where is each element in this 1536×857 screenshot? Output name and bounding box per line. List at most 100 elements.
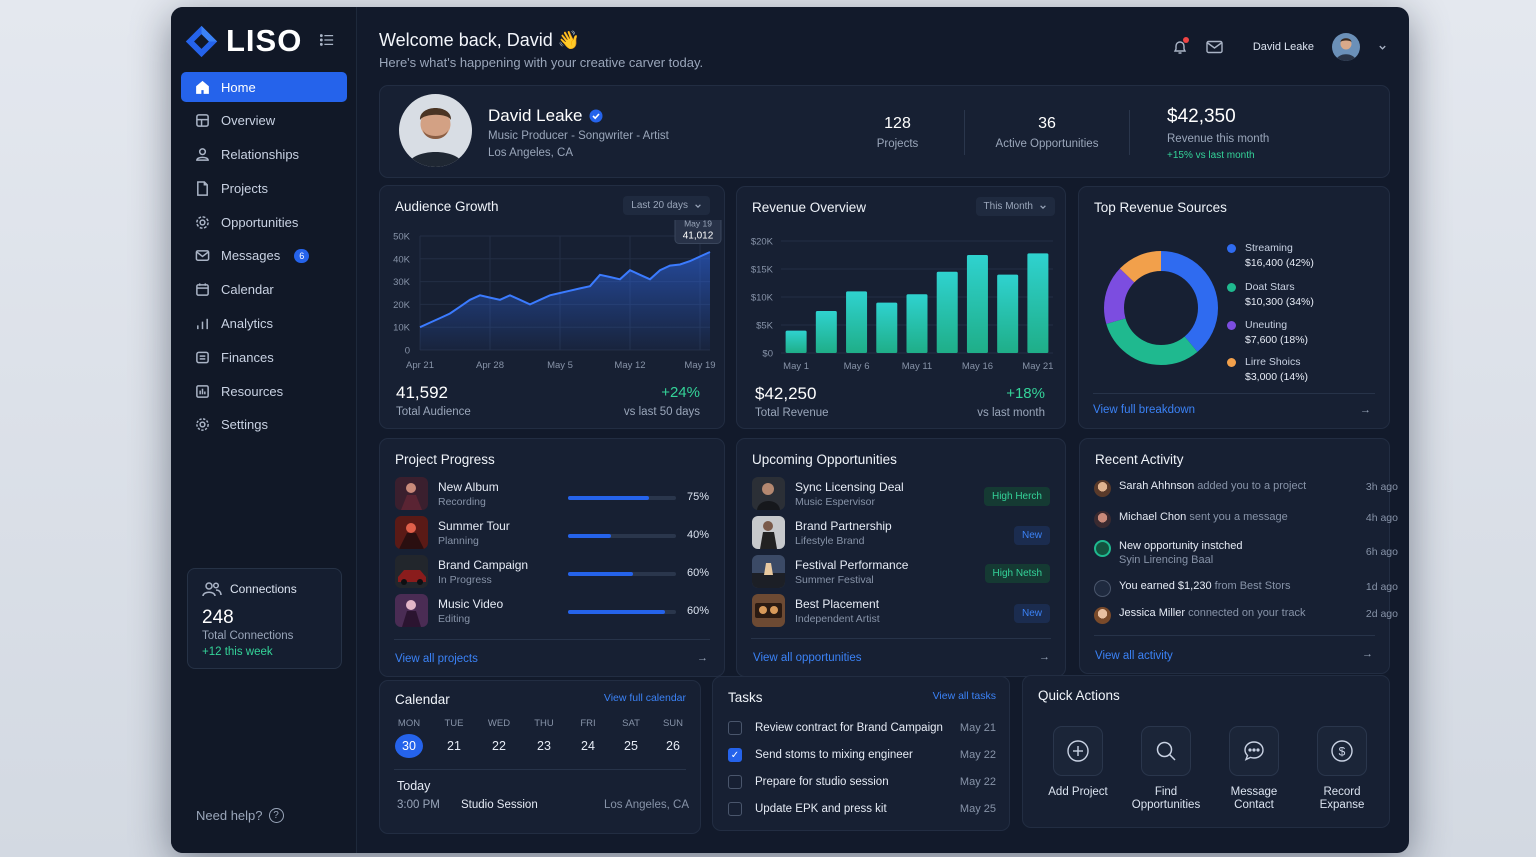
find-opportunities-button[interactable]: Find Opportunities (1126, 726, 1206, 812)
opportunity-row[interactable]: Sync Licensing Deal Music Espervisor (752, 477, 904, 510)
legend-name: Streaming (1245, 242, 1293, 254)
activity-row[interactable]: New opportunity instched Syin Lirencing … (1094, 540, 1398, 566)
range-select[interactable]: Last 20 days (623, 196, 710, 215)
divider (751, 638, 1051, 639)
opportunity-name: Best Placement (795, 596, 880, 611)
sidebar-item-analytics[interactable]: Analytics (181, 309, 347, 339)
connections-title: Connections (230, 582, 297, 596)
range-select[interactable]: This Month (975, 197, 1055, 216)
task-checkbox[interactable] (728, 802, 742, 816)
task-checkbox[interactable]: ✓ (728, 748, 742, 762)
user-name[interactable]: David Leake (1253, 41, 1314, 53)
project-status: Editing (438, 612, 471, 625)
legend-item: Lirre Shoics $3,000 (14%) (1227, 356, 1308, 383)
task-item[interactable]: Update EPK and press kit May 25 (728, 802, 996, 816)
record-expense-button[interactable]: $ Record Expanse (1302, 726, 1382, 812)
card-title: Top Revenue Sources (1094, 200, 1227, 215)
notifications-button[interactable] (1172, 37, 1189, 55)
card-title: Quick Actions (1038, 688, 1120, 703)
sidebar-item-finances[interactable]: Finances (181, 342, 347, 372)
opportunity-row[interactable]: Festival Performance Summer Festival (752, 555, 908, 588)
opportunity-row[interactable]: Best Placement Independent Artist (752, 594, 880, 627)
today-label: Today (397, 779, 431, 793)
audience-delta: +24% (661, 384, 700, 401)
event-row[interactable]: 3:00 PM Studio Session Los Angeles, CA (397, 799, 689, 811)
view-full-calendar-link[interactable]: View full calendar (604, 692, 686, 704)
user-avatar[interactable] (1332, 33, 1360, 61)
stat-label: Revenue this month (1167, 133, 1270, 145)
quick-actions-card: Quick Actions Add Project Find Opportuni… (1022, 675, 1390, 828)
activity-row[interactable]: Jessica Miller connected on your track 2… (1094, 607, 1398, 624)
task-checkbox[interactable] (728, 721, 742, 735)
help-link[interactable]: Need help? ? (196, 808, 284, 823)
logo[interactable]: LISO (185, 23, 302, 59)
dollar-icon: $ (1331, 740, 1353, 762)
project-row[interactable]: Music Video Editing (395, 594, 503, 627)
activity-row[interactable]: You earned $1,230 from Best Stors 1d ago (1094, 580, 1398, 597)
view-all-projects-link[interactable]: View all projects (395, 653, 478, 665)
task-item[interactable]: Review contract for Brand Campaign May 2… (728, 721, 996, 735)
sidebar-item-projects[interactable]: Projects (181, 173, 347, 203)
sidebar-item-messages[interactable]: Messages 6 (181, 241, 347, 271)
divider (1093, 393, 1375, 394)
total-revenue-value: $42,250 (755, 384, 817, 403)
sidebar-item-resources[interactable]: Resources (181, 376, 347, 406)
activity-row[interactable]: Michael Chon sent you a message 4h ago (1094, 511, 1398, 528)
view-breakdown-link[interactable]: View full breakdown (1093, 404, 1195, 416)
task-item[interactable]: ✓ Send stoms to mixing engineer May 22 (728, 748, 996, 762)
task-checkbox[interactable] (728, 775, 742, 789)
calendar-day[interactable]: TUE 21 (439, 718, 469, 758)
help-label: Need help? (196, 808, 263, 823)
calendar-day[interactable]: WED 22 (484, 718, 514, 758)
divider (1129, 110, 1130, 155)
add-project-button[interactable]: Add Project (1038, 726, 1118, 799)
connections-delta: +12 this week (202, 646, 273, 658)
x-tick-label: May 19 (684, 360, 715, 371)
sidebar-item-home[interactable]: Home (181, 72, 347, 102)
chevron-down-icon[interactable] (1378, 43, 1387, 52)
view-all-opportunities-link[interactable]: View all opportunities (753, 652, 861, 664)
divider (394, 769, 686, 770)
calendar-day[interactable]: MON 30 (394, 718, 424, 758)
sidebar-item-relationships[interactable]: Relationships (181, 140, 347, 170)
divider (1094, 635, 1375, 636)
message-contact-button[interactable]: Message Contact (1214, 726, 1294, 812)
view-all-activity-link[interactable]: View all activity (1095, 650, 1173, 662)
activity-row[interactable]: Sarah Ahhnson added you to a project 3h … (1094, 480, 1398, 497)
divider (964, 110, 965, 155)
y-tick-label: $20K (751, 237, 774, 248)
opportunity-row[interactable]: Brand Partnership Lifestyle Brand (752, 516, 892, 549)
calendar-day[interactable]: SAT 25 (616, 718, 646, 758)
connections-card[interactable]: Connections 248 Total Connections +12 th… (187, 568, 342, 669)
arrow-right-icon[interactable]: → (1362, 648, 1373, 660)
sidebar-item-calendar[interactable]: Calendar (181, 275, 347, 305)
weekday-label: SAT (622, 718, 640, 729)
sidebar-item-opportunities[interactable]: Opportunities (181, 207, 347, 237)
project-text: Summer Tour Planning (438, 519, 510, 547)
sidebar-item-overview[interactable]: Overview (181, 106, 347, 136)
view-all-tasks-link[interactable]: View all tasks (933, 690, 996, 702)
sidebar-item-settings[interactable]: Settings (181, 410, 347, 440)
quick-action-tile (1229, 726, 1279, 776)
card-title: Upcoming Opportunities (752, 452, 897, 467)
arrow-right-icon[interactable]: → (697, 652, 708, 664)
wallet-icon (196, 351, 209, 364)
arrow-right-icon[interactable]: → (1360, 404, 1371, 416)
project-row[interactable]: Summer Tour Planning (395, 516, 510, 549)
opportunity-sub: Lifestyle Brand (795, 534, 865, 547)
project-thumbnail (395, 477, 428, 510)
project-row[interactable]: Brand Campaign In Progress (395, 555, 528, 588)
mail-icon[interactable] (1206, 40, 1223, 54)
arrow-right-icon[interactable]: → (1039, 651, 1050, 663)
menu-toggle-icon[interactable] (320, 33, 334, 47)
calendar-day[interactable]: SUN 26 (658, 718, 688, 758)
project-row[interactable]: New Album Recording (395, 477, 499, 510)
sidebar-item-label: Resources (221, 383, 284, 399)
project-status: Planning (438, 534, 479, 547)
calendar-day[interactable]: THU 23 (529, 718, 559, 758)
activity-actor: You earned $1,230 (1119, 580, 1212, 592)
calendar-day[interactable]: FRI 24 (573, 718, 603, 758)
task-item[interactable]: Prepare for studio session May 22 (728, 775, 996, 789)
project-name: Music Video (438, 596, 504, 611)
file-icon (197, 181, 208, 196)
